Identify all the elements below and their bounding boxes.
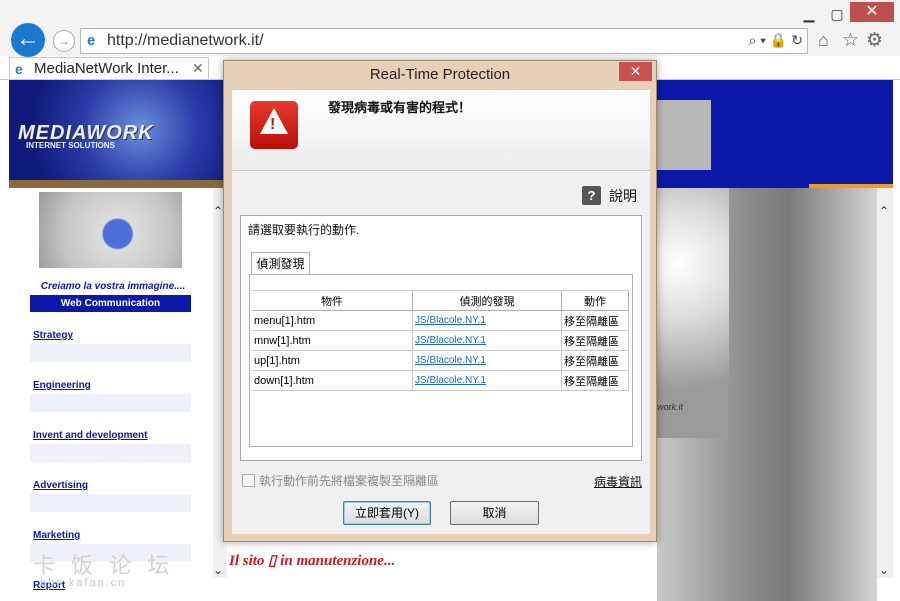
object-cell: mnw[1].htm [252,330,413,351]
table-row[interactable]: mnw[1].htm JS/Blacole.NY.1 移至隔離區 [252,330,629,351]
column-header-action[interactable]: 動作 [561,290,629,311]
exclamation-mark: ! [270,116,276,133]
detection-link[interactable]: JS/Blacole.NY.1 [412,350,562,371]
detection-link[interactable]: JS/Blacole.NY.1 [412,310,562,331]
detections-table: 物件 偵測的發現 動作 menu[1].htm JS/Blacole.NY.1 … [252,290,629,391]
browser-tab[interactable]: e MediaNetWork Inter... ✕ [9,57,209,80]
instruction-text: 請選取要執行的動作. [248,223,360,237]
section-header: Web Communication [30,295,191,312]
dialog-close-button[interactable]: ✕ [619,62,652,81]
detection-link[interactable]: JS/Blacole.NY.1 [412,330,562,351]
object-cell: down[1].htm [252,370,413,391]
menu-link-strategy[interactable]: Strategy [33,330,73,341]
watermark-url: bbs.kafan.cn [40,577,127,589]
object-cell: menu[1].htm [252,310,413,331]
banner-graphic [656,100,711,170]
forward-arrow-icon[interactable]: → [53,30,75,52]
table-row[interactable]: menu[1].htm JS/Blacole.NY.1 移至隔離區 [252,310,629,331]
copy-to-quarantine-checkbox[interactable] [242,474,255,487]
ie-logo-icon: e [15,61,23,77]
detection-link[interactable]: JS/Blacole.NY.1 [412,370,562,391]
object-cell: up[1].htm [252,350,413,371]
address-url[interactable]: http://medianetwork.it/ [107,32,264,50]
window-close-button[interactable]: ✕ [850,2,894,22]
site-nav-strip[interactable] [9,180,227,188]
lightbulbs-image [39,192,182,268]
virus-info-link[interactable]: 病毒資訊 [594,473,642,490]
spheres-image [657,188,729,438]
action-cell[interactable]: 移至隔離區 [561,330,629,351]
address-tools[interactable]: ⌕ ▾ 🔒 ↻ [748,32,803,49]
table-row[interactable]: down[1].htm JS/Blacole.NY.1 移至隔離區 [252,370,629,391]
cancel-button[interactable]: 取消 [450,501,539,525]
logo-subtext: INTERNET SOLUTIONS [26,141,115,150]
realtime-protection-dialog: Real-Time Protection ✕ ! 發現病毒或有害的程式！ ? 說… [223,60,657,542]
menu-bar [30,494,191,512]
minimize-button[interactable]: ▁ [798,6,820,22]
menu-link-marketing[interactable]: Marketing [33,530,80,541]
help-icon[interactable]: ? [582,186,601,205]
checkbox-label: 執行動作前先將檔案複製至隔離區 [259,474,440,488]
action-cell[interactable]: 移至隔離區 [561,370,629,391]
scroll-down-icon[interactable]: ⌄ [879,563,889,577]
column-header-detection[interactable]: 偵測的發現 [412,290,562,311]
ie-logo-icon: e [87,32,96,49]
menu-bar [30,344,191,362]
gear-icon[interactable]: ⚙ [866,29,883,52]
watermark: 卡 饭 论 坛 [33,553,175,578]
help-link[interactable]: 說明 [609,186,637,206]
scroll-up-icon[interactable]: ⌃ [213,204,223,218]
action-cell[interactable]: 移至隔離區 [561,310,629,331]
apply-now-button[interactable]: 立即套用(Y) [343,501,431,525]
table-header-row: 物件 偵測的發現 動作 [252,290,629,311]
image-caption: work.it [657,402,684,412]
column-header-object[interactable]: 物件 [252,290,413,311]
dialog-title: Real-Time Protection [369,66,511,83]
star-icon[interactable]: ☆ [842,29,859,52]
home-icon[interactable]: ⌂ [818,30,829,51]
dialog-header: ! 發現病毒或有害的程式！ [232,90,650,171]
site-tagline: Creiamo la vostra immagine.... [40,281,186,292]
detection-panel: 請選取要執行的動作. 偵測發現 物件 偵測的發現 動作 menu[1].htm [240,215,642,461]
page-scrollbar[interactable] [877,188,893,578]
menu-link-engineering[interactable]: Engineering [33,380,91,391]
menu-link-invent[interactable]: Invent and development [33,430,147,441]
tab-title: MediaNetWork Inter... [34,60,179,77]
action-cell[interactable]: 移至隔離區 [561,350,629,371]
menu-link-advertising[interactable]: Advertising [33,480,88,491]
alert-message: 發現病毒或有害的程式！ [328,100,472,115]
warning-icon: ! [250,101,298,149]
menu-bar [30,444,191,462]
back-arrow-icon[interactable]: ← [11,23,45,57]
dialog-body: ! 發現病毒或有害的程式！ ? 說明 請選取要執行的動作. 偵測發現 物件 偵測… [232,90,650,534]
table-row[interactable]: up[1].htm JS/Blacole.NY.1 移至隔離區 [252,350,629,371]
tab-detections[interactable]: 偵測發現 [251,252,310,275]
detections-pane: 物件 偵測的發現 動作 menu[1].htm JS/Blacole.NY.1 … [249,274,633,447]
maximize-button[interactable]: ▢ [826,6,848,22]
maintenance-notice: Il sito ▯ in manutenzione... [229,553,396,569]
address-bar[interactable]: e http://medianetwork.it/ ⌕ ▾ 🔒 ↻ [80,28,808,54]
scroll-down-icon[interactable]: ⌄ [213,563,223,577]
menu-bar [30,394,191,412]
tab-close-icon[interactable]: ✕ [192,60,204,77]
scroll-up-icon[interactable]: ⌃ [879,204,889,218]
